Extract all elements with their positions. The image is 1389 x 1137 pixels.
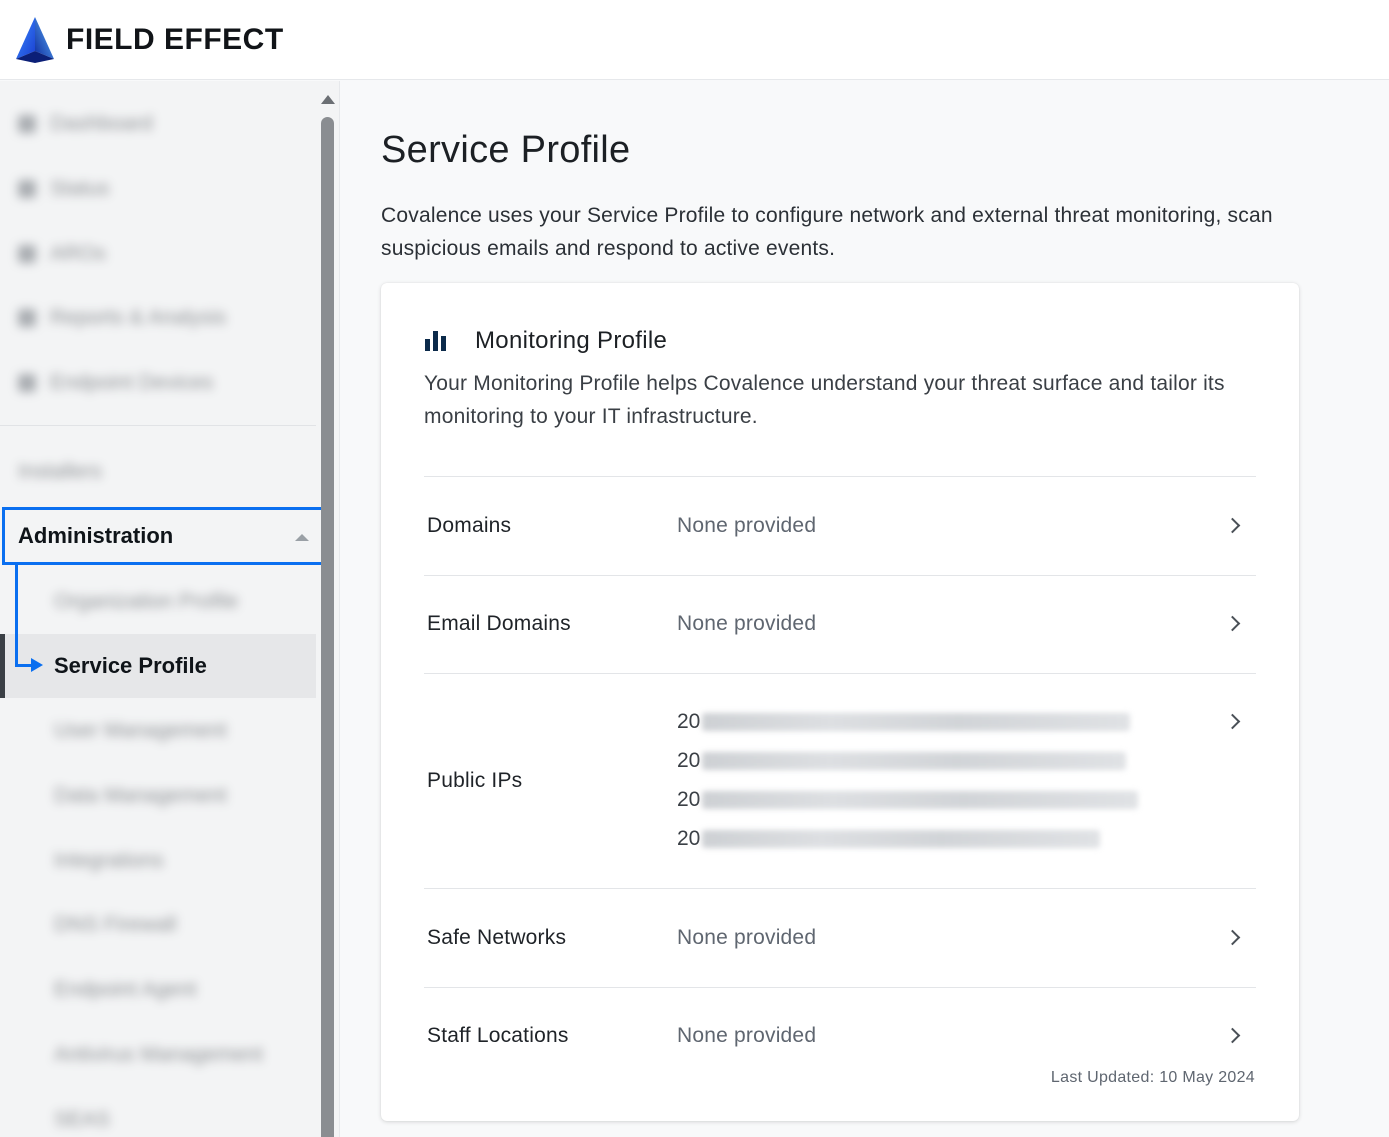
top-bar: FIELD EFFECT bbox=[0, 0, 1389, 80]
reports-icon bbox=[18, 309, 36, 327]
chevron-right-icon[interactable] bbox=[1224, 929, 1241, 946]
sidebar-item-organization-profile[interactable]: Organization Profile bbox=[0, 570, 316, 634]
sidebar-item-dashboard[interactable]: Dashboard bbox=[0, 92, 316, 156]
field-effect-logo-icon[interactable] bbox=[16, 16, 54, 63]
ip-prefix: 20 bbox=[677, 788, 701, 811]
sidebar-item-label: Organization Profile bbox=[54, 590, 239, 613]
row-label: Email Domains bbox=[427, 612, 571, 635]
sidebar-item-endpoint-agent[interactable]: Endpoint Agent bbox=[0, 958, 316, 1022]
arrow-right-icon bbox=[31, 658, 43, 672]
row-value: None provided bbox=[677, 612, 817, 635]
brand-name[interactable]: FIELD EFFECT bbox=[66, 23, 284, 57]
profile-rows: Domains None provided Email Domains None… bbox=[424, 476, 1256, 1073]
card-header: Monitoring Profile bbox=[425, 327, 667, 355]
sidebar-item-user-management[interactable]: User Management bbox=[0, 699, 316, 763]
row-label: Safe Networks bbox=[427, 926, 567, 949]
sidebar-item-label: Dashboard bbox=[50, 112, 153, 135]
sidebar-divider bbox=[0, 425, 316, 426]
sidebar-item-label: Endpoint Devices bbox=[50, 371, 214, 394]
sidebar-item-label: User Management bbox=[54, 719, 227, 742]
sidebar-item-label: AROs bbox=[50, 242, 107, 265]
profile-row-safe-networks[interactable]: Safe Networks None provided bbox=[424, 888, 1256, 987]
ip-address: 20 bbox=[677, 788, 1139, 812]
chevron-right-icon[interactable] bbox=[1224, 615, 1241, 632]
sidebar-item-label: DNS Firewall bbox=[54, 913, 177, 936]
sidebar-item-reports[interactable]: Reports & Analysis bbox=[0, 286, 316, 350]
sidebar-item-label: SEAS bbox=[54, 1108, 111, 1131]
card-title: Monitoring Profile bbox=[475, 327, 668, 354]
sidebar-item-label: Endpoint Agent bbox=[54, 978, 197, 1001]
sidebar-item-label: Data Management bbox=[54, 784, 227, 807]
sidebar-item-seas[interactable]: SEAS bbox=[0, 1088, 316, 1137]
sidebar-item-data-management[interactable]: Data Management bbox=[0, 764, 316, 828]
ip-prefix: 20 bbox=[677, 710, 701, 733]
ip-address: 20 bbox=[677, 710, 1131, 734]
sidebar-item-label: Administration bbox=[18, 523, 174, 548]
scroll-up-arrow-icon[interactable] bbox=[321, 95, 335, 104]
chevron-right-icon[interactable] bbox=[1224, 1027, 1241, 1044]
sidebar-item-label: Reports & Analysis bbox=[50, 306, 227, 329]
sidebar-item-dns-firewall[interactable]: DNS Firewall bbox=[0, 893, 316, 957]
caret-up-icon bbox=[295, 534, 309, 541]
profile-row-domains[interactable]: Domains None provided bbox=[424, 476, 1256, 575]
redacted-ip bbox=[702, 791, 1139, 809]
sidebar: Dashboard Status AROs Reports & Analysis… bbox=[0, 81, 340, 1137]
profile-row-staff-locations[interactable]: Staff Locations None provided bbox=[424, 987, 1256, 1073]
row-value: None provided bbox=[677, 926, 817, 949]
redacted-ip bbox=[702, 713, 1131, 731]
row-label: Domains bbox=[427, 514, 512, 537]
sidebar-item-label: Integrations bbox=[54, 849, 164, 872]
scrollbar-thumb[interactable] bbox=[321, 117, 334, 1137]
row-label: Public IPs bbox=[427, 769, 523, 792]
profile-row-email-domains[interactable]: Email Domains None provided bbox=[424, 575, 1256, 673]
monitoring-profile-card: Monitoring Profile Your Monitoring Profi… bbox=[381, 283, 1299, 1121]
row-value: None provided bbox=[677, 1024, 817, 1047]
main-content: Service Profile Covalence uses your Serv… bbox=[341, 81, 1389, 1137]
sidebar-item-label: Service Profile bbox=[54, 653, 207, 678]
sidebar-item-label: Antivirus Management bbox=[54, 1043, 263, 1066]
ip-prefix: 20 bbox=[677, 749, 701, 772]
sidebar-item-integrations[interactable]: Integrations bbox=[0, 829, 316, 893]
sidebar-item-label: Status bbox=[50, 177, 110, 200]
sidebar-item-antivirus-management[interactable]: Antivirus Management bbox=[0, 1023, 316, 1087]
page-description: Covalence uses your Service Profile to c… bbox=[381, 204, 1273, 260]
sidebar-item-label: Installers bbox=[18, 460, 103, 483]
chevron-right-icon[interactable] bbox=[1224, 713, 1241, 730]
sidebar-item-installers[interactable]: Installers bbox=[0, 440, 316, 504]
row-label: Staff Locations bbox=[427, 1024, 569, 1047]
redacted-ip bbox=[702, 752, 1127, 770]
ip-prefix: 20 bbox=[677, 827, 701, 850]
profile-row-public-ips[interactable]: Public IPs 20 20 20 20 bbox=[424, 673, 1256, 888]
chevron-right-icon[interactable] bbox=[1224, 517, 1241, 534]
card-description: Your Monitoring Profile helps Covalence … bbox=[424, 372, 1225, 428]
row-value: None provided bbox=[677, 514, 817, 537]
sidebar-scrollbar[interactable] bbox=[318, 81, 338, 1137]
sidebar-item-endpoint-devices[interactable]: Endpoint Devices bbox=[0, 351, 316, 415]
aro-icon bbox=[18, 245, 36, 263]
sidebar-item-service-profile[interactable]: Service Profile bbox=[0, 634, 316, 698]
sidebar-item-aros[interactable]: AROs bbox=[0, 222, 316, 286]
devices-icon bbox=[18, 374, 36, 392]
page-title: Service Profile bbox=[381, 129, 631, 171]
status-icon bbox=[18, 180, 36, 198]
dashboard-icon bbox=[18, 115, 36, 133]
sidebar-item-status[interactable]: Status bbox=[0, 157, 316, 221]
bar-chart-icon bbox=[425, 331, 447, 351]
ip-address: 20 bbox=[677, 749, 1127, 773]
highlight-connector-line bbox=[15, 565, 18, 667]
sidebar-item-administration[interactable]: Administration bbox=[2, 507, 324, 565]
last-updated-text: Last Updated: 10 May 2024 bbox=[1050, 1069, 1255, 1086]
redacted-ip bbox=[702, 830, 1101, 848]
ip-address: 20 bbox=[677, 827, 1101, 851]
